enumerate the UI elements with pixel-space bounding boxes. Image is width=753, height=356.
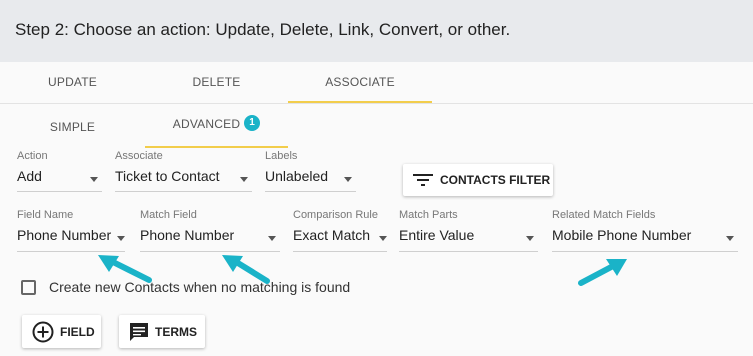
tab-advanced[interactable]: ADVANCED 1 [145,115,288,134]
step-header: Step 2: Choose an action: Update, Delete… [0,0,753,62]
related-match-fields-select[interactable]: Related Match Fields Mobile Phone Number [552,209,738,252]
tab-associate-label: ASSOCIATE [325,75,395,89]
labels-label: Labels [265,150,298,162]
advanced-badge: 1 [244,115,261,131]
match-parts-underline [399,251,538,252]
tab-simple-label: SIMPLE [49,120,96,134]
comparison-rule-underline [293,251,387,252]
field-button-label: FIELD [60,324,95,339]
associate-underline [115,191,252,192]
comparison-rule-label: Comparison Rule [293,209,378,221]
tab-update-label: UPDATE [48,75,97,89]
tab-advanced-underline [145,146,288,148]
step-title: Step 2: Choose an action: Update, Delete… [15,20,511,39]
arrow-pointer-icon [578,259,627,286]
match-field-select[interactable]: Match Field Phone Number [140,209,280,252]
chevron-down-icon [379,236,387,241]
add-field-button[interactable]: FIELD [22,315,101,348]
tab-delete[interactable]: DELETE [145,75,288,89]
terms-button-label: TERMS [155,324,197,339]
match-field-label: Match Field [140,209,197,221]
labels-select[interactable]: Labels Unlabeled [265,150,356,192]
tab-delete-label: DELETE [192,75,241,89]
field-name-select[interactable]: Field Name Phone Number [17,209,125,252]
create-new-contacts-checkbox[interactable] [21,280,36,295]
related-match-fields-value: Mobile Phone Number [552,227,692,243]
contacts-filter-label: CONTACTS FILTER [440,173,551,187]
match-parts-select[interactable]: Match Parts Entire Value [399,209,538,252]
match-field-value: Phone Number [140,227,235,243]
tab-divider [0,103,753,104]
action-value: Add [17,168,42,184]
chevron-down-icon [90,177,98,182]
comment-icon [129,322,149,342]
tab-update[interactable]: UPDATE [0,75,145,89]
action-select[interactable]: Action Add [17,150,102,192]
chevron-down-icon [117,236,125,241]
chevron-down-icon [240,177,248,182]
comparison-rule-value: Exact Match [293,227,371,243]
tab-advanced-label: ADVANCED [172,117,241,131]
associate-value: Ticket to Contact [115,168,220,184]
associate-label: Associate [115,150,163,162]
filter-icon [413,173,433,187]
match-parts-label: Match Parts [399,209,458,221]
field-name-value: Phone Number [17,227,112,243]
arrow-pointer-icon [98,255,152,283]
action-label: Action [17,150,48,162]
add-circle-icon [32,321,54,343]
labels-value: Unlabeled [265,168,329,184]
related-match-fields-underline [552,251,738,252]
match-parts-value: Entire Value [399,227,475,243]
chevron-down-icon [726,236,734,241]
action-underline [17,191,102,192]
contacts-filter-button[interactable]: CONTACTS FILTER [403,164,553,196]
field-name-label: Field Name [17,209,74,221]
tab-associate[interactable]: ASSOCIATE [288,75,432,89]
chevron-down-icon [526,236,534,241]
labels-underline [265,191,356,192]
chevron-down-icon [344,177,352,182]
chevron-down-icon [268,236,276,241]
associate-select[interactable]: Associate Ticket to Contact [115,150,252,192]
terms-button[interactable]: TERMS [119,315,205,348]
related-match-fields-label: Related Match Fields [552,209,656,221]
comparison-rule-select[interactable]: Comparison Rule Exact Match [293,209,387,252]
tab-simple[interactable]: SIMPLE [0,120,145,134]
arrow-pointer-icon [222,255,270,284]
